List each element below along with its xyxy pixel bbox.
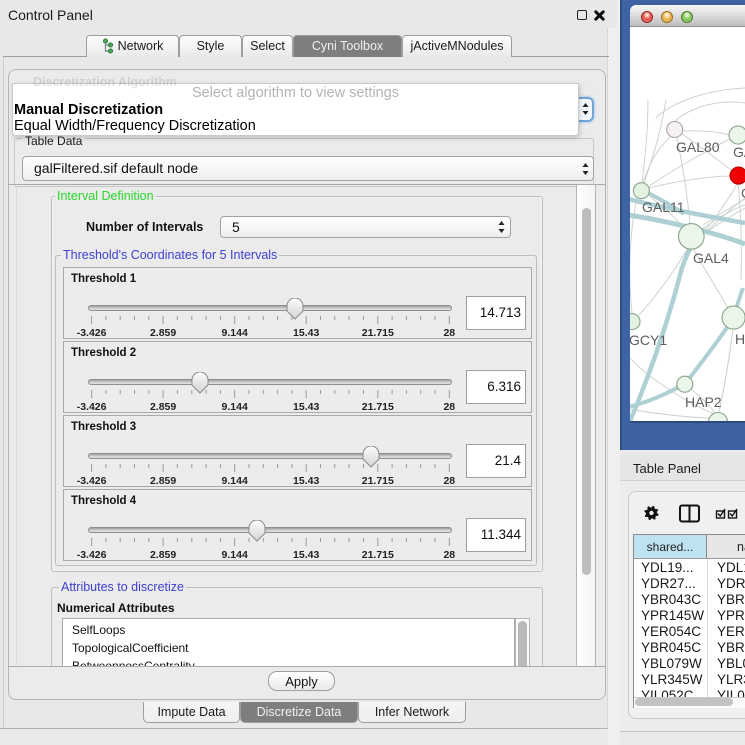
svg-text:HAP2: HAP2 — [685, 394, 722, 410]
svg-text:GAL11: GAL11 — [642, 199, 685, 215]
svg-text:GCY1: GCY1 — [630, 332, 667, 348]
svg-text:GA: GA — [733, 144, 745, 160]
svg-text:GAL4: GAL4 — [693, 250, 729, 266]
svg-text:H: H — [735, 331, 745, 347]
svg-text:C: C — [741, 185, 745, 201]
svg-text:GAL80: GAL80 — [676, 139, 720, 155]
